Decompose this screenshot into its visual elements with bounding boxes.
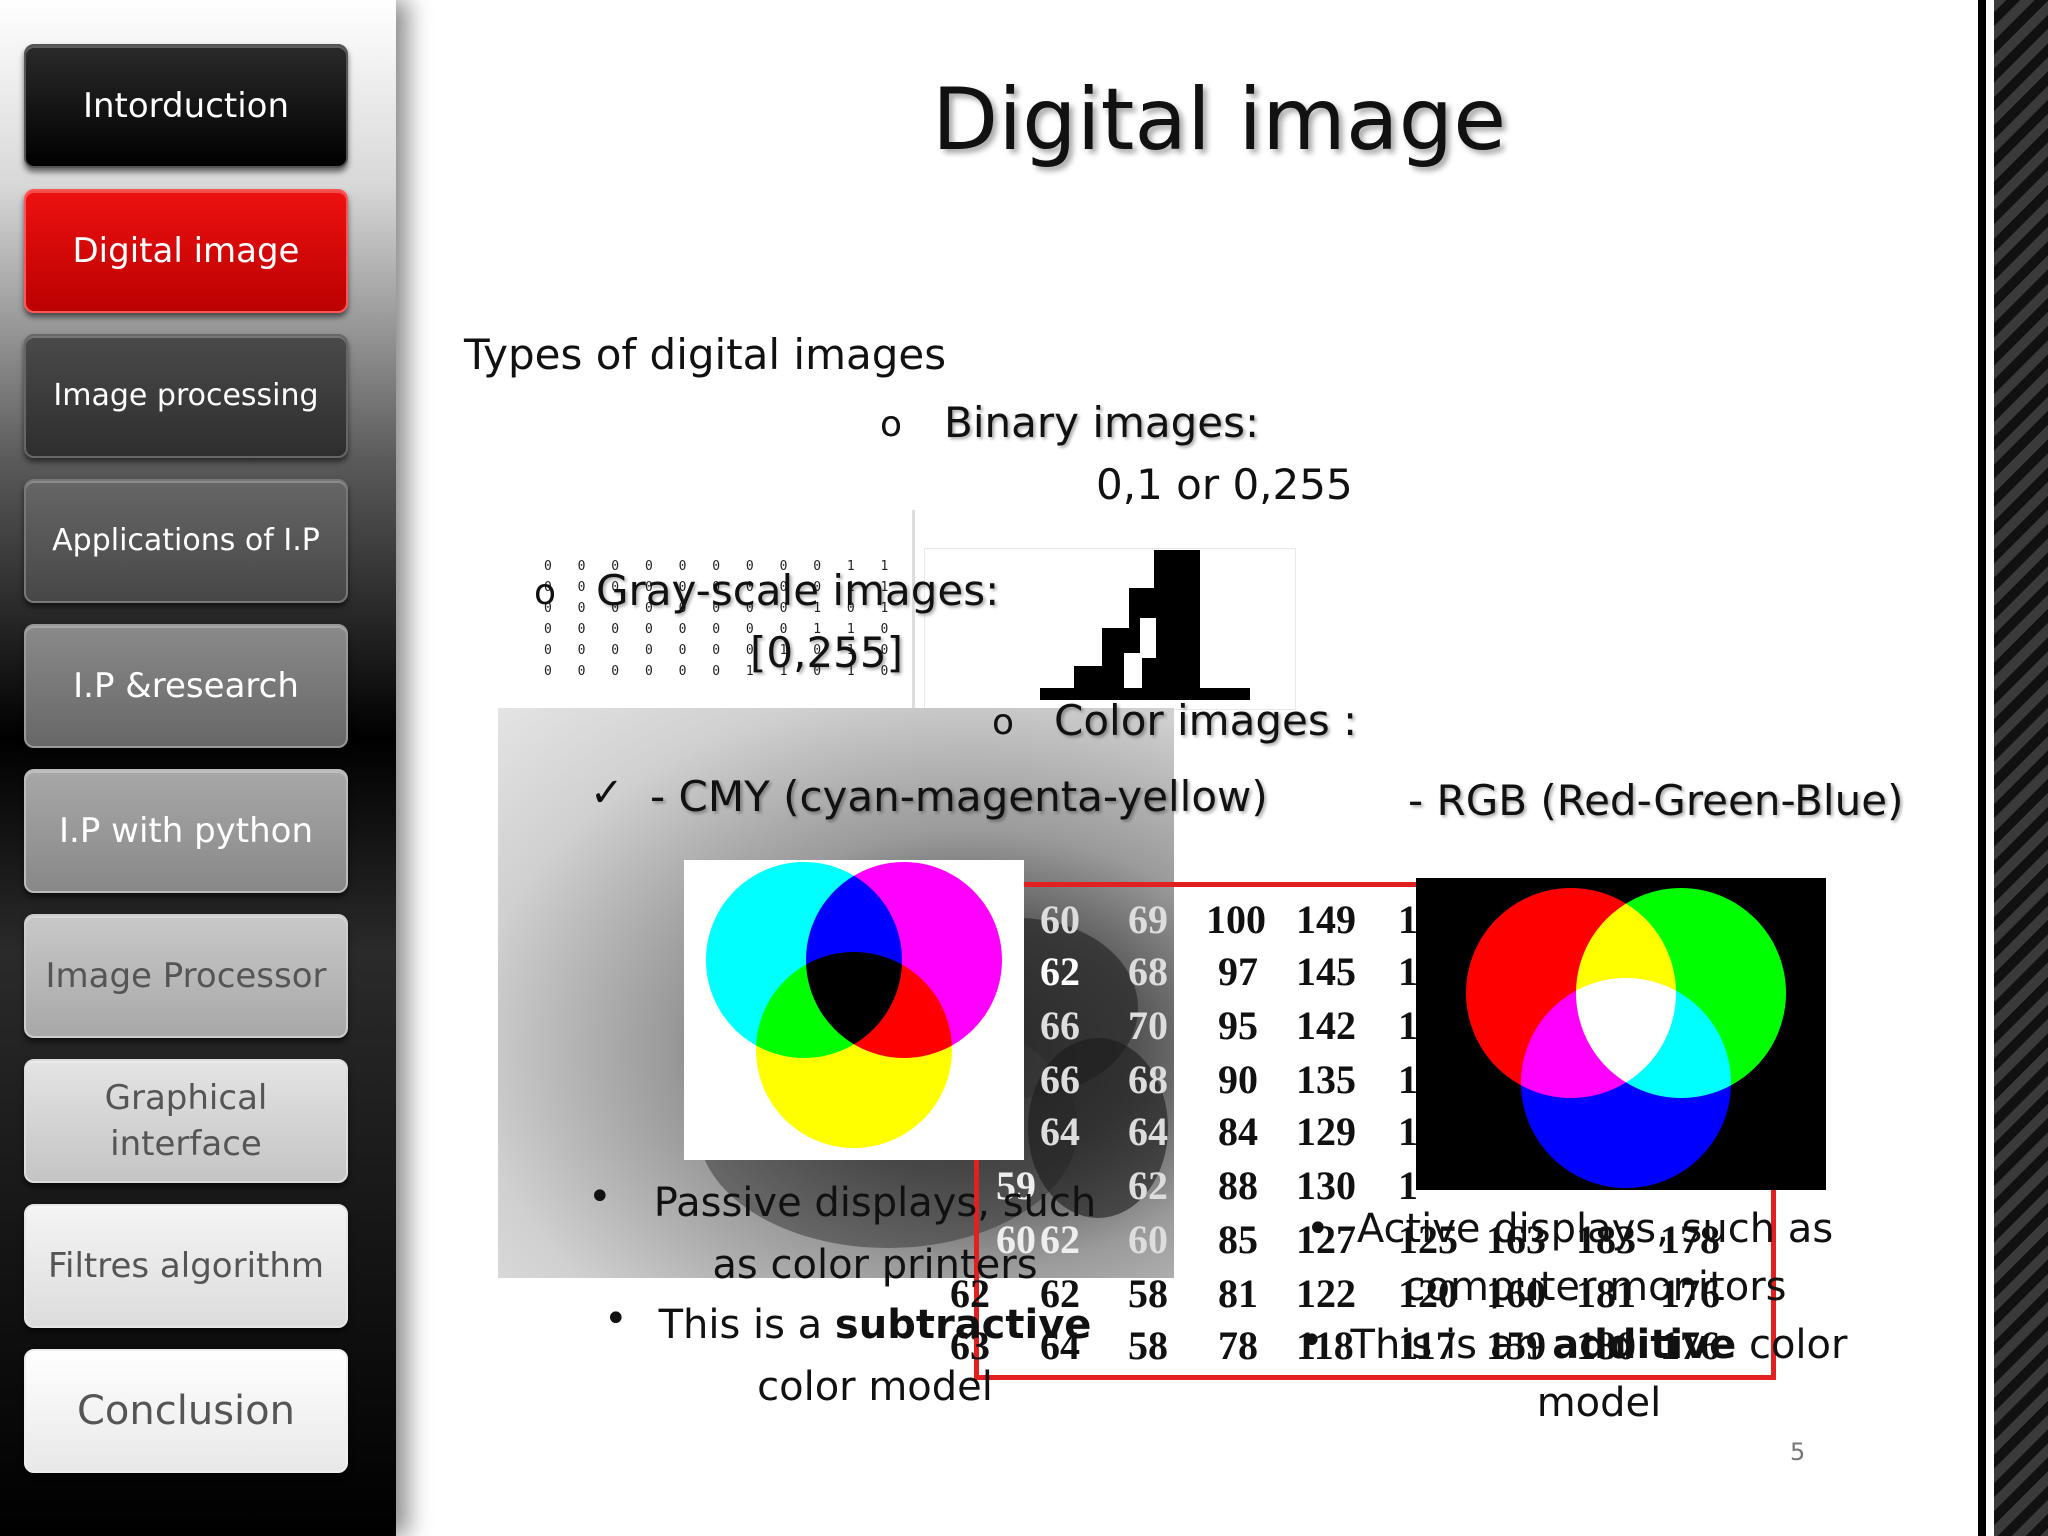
sidebar-item-applications[interactable]: Applications of I.P bbox=[24, 479, 348, 603]
sidebar-item-image-processing[interactable]: Image processing bbox=[24, 334, 348, 458]
decorative-frame bbox=[1978, 0, 2048, 1536]
pixel-value: 95 bbox=[1218, 1003, 1258, 1048]
bullet-dot: • bbox=[604, 1296, 628, 1342]
sidebar-nav: Intorduction Digital image Image process… bbox=[0, 0, 396, 1536]
pixel-value: 1 bbox=[1398, 1109, 1418, 1154]
pixel-value: 85 bbox=[1218, 1217, 1258, 1262]
pixel-value: 130 bbox=[1296, 1163, 1356, 1208]
pixel-value: 84 bbox=[1218, 1109, 1258, 1154]
pixel-value: 69 bbox=[1128, 897, 1168, 942]
sidebar-item-research[interactable]: I.P &research bbox=[24, 624, 348, 748]
sidebar-item-image-processor[interactable]: Image Processor bbox=[24, 914, 348, 1038]
binary-images-label: Binary images: bbox=[944, 398, 1260, 447]
sidebar-item-filters[interactable]: Filtres algorithm bbox=[24, 1204, 348, 1328]
pixel-value: 1 bbox=[1398, 897, 1418, 942]
sidebar-item-label: Digital image bbox=[72, 231, 300, 271]
rgb-active-displays: Active displays, such as computer monito… bbox=[1356, 1206, 1834, 1310]
pixel-value: 64 bbox=[1040, 1109, 1080, 1154]
sidebar-item-label: Intorduction bbox=[82, 86, 290, 126]
rgb-additive-note: This is an additive color model bbox=[1344, 1316, 1854, 1432]
pixel-value: 66 bbox=[1040, 1057, 1080, 1102]
sidebar-item-python[interactable]: I.P with python bbox=[24, 769, 348, 893]
pixel-value: 122 bbox=[1296, 1271, 1356, 1316]
page-number: 5 bbox=[1790, 1438, 1806, 1466]
bullet-dot: • bbox=[1300, 1318, 1324, 1364]
note-prefix: This is a bbox=[658, 1302, 835, 1348]
pixel-value: 68 bbox=[1128, 949, 1168, 994]
rgb-label: - RGB (Red-Green-Blue) bbox=[1408, 776, 1904, 825]
sidebar-item-label: I.P with python bbox=[58, 811, 314, 851]
sidebar-item-label: Filtres algorithm bbox=[47, 1246, 325, 1286]
pixel-value: 68 bbox=[1128, 1057, 1168, 1102]
pixel-value: 142 bbox=[1296, 1003, 1356, 1048]
bullet-dot: • bbox=[588, 1174, 612, 1220]
pixel-value: 135 bbox=[1296, 1057, 1356, 1102]
bullet-dot: • bbox=[1306, 1206, 1330, 1252]
note-suffix: color model bbox=[757, 1364, 993, 1410]
cmy-color-diagram bbox=[684, 860, 1024, 1160]
rgb-color-diagram bbox=[1416, 878, 1826, 1190]
pixel-value: 100 bbox=[1206, 897, 1266, 942]
bullet-marker: o bbox=[880, 404, 903, 445]
pixel-value: 1 bbox=[1398, 1057, 1418, 1102]
bullet-marker: o bbox=[534, 572, 557, 613]
sidebar-item-conclusion[interactable]: Conclusion bbox=[24, 1349, 348, 1473]
cmy-passive-displays: Passive displays, such as color printers bbox=[653, 1180, 1097, 1288]
pixel-value: 90 bbox=[1218, 1057, 1258, 1102]
pixel-value: 62 bbox=[1040, 949, 1080, 994]
pixel-value: 1 bbox=[1398, 1003, 1418, 1048]
slide-subtitle: Types of digital images bbox=[464, 330, 947, 379]
pixel-value: 60 bbox=[1128, 1217, 1168, 1262]
binary-range: 0,1 or 0,255 bbox=[1096, 460, 1353, 509]
pixel-value: 70 bbox=[1128, 1003, 1168, 1048]
grayscale-images-label: Gray-scale images: bbox=[596, 566, 1000, 615]
sidebar-item-label: Conclusion bbox=[77, 1388, 295, 1434]
sidebar-item-label: Image processing bbox=[53, 378, 319, 413]
cmy-label: - CMY (cyan-magenta-yellow) bbox=[650, 772, 1268, 821]
pixel-value: 62 bbox=[1128, 1163, 1168, 1208]
additive-term: additive bbox=[1552, 1322, 1737, 1368]
pixel-value: 129 bbox=[1296, 1109, 1356, 1154]
pixel-value: 97 bbox=[1218, 949, 1258, 994]
subtractive-term: subtractive bbox=[834, 1302, 1092, 1348]
slide-title: Digital image bbox=[932, 70, 1507, 170]
pixel-value: 58 bbox=[1128, 1271, 1168, 1316]
sidebar-item-label: Image Processor bbox=[45, 956, 327, 996]
cmy-subtractive-note: This is a subtractive color model bbox=[650, 1294, 1100, 1418]
sidebar-item-label: I.P &research bbox=[73, 666, 299, 706]
color-images-label: Color images : bbox=[1054, 696, 1358, 745]
pixel-value: 88 bbox=[1218, 1163, 1258, 1208]
pixel-value: 145 bbox=[1296, 949, 1356, 994]
pixel-value: 1 bbox=[1398, 949, 1418, 994]
check-icon: ✓ bbox=[590, 770, 624, 816]
note-prefix: This is an bbox=[1350, 1322, 1553, 1368]
pixel-value: 64 bbox=[1128, 1109, 1168, 1154]
grayscale-range: [0,255] bbox=[750, 628, 904, 677]
bullet-marker: o bbox=[992, 702, 1015, 743]
pixel-value: 78 bbox=[1218, 1323, 1258, 1368]
pixel-value: 81 bbox=[1218, 1271, 1258, 1316]
pixel-value: 66 bbox=[1040, 1003, 1080, 1048]
sidebar-item-label: Applications of I.P bbox=[52, 523, 320, 558]
pixel-value: 60 bbox=[1040, 897, 1080, 942]
pixel-value: 149 bbox=[1296, 897, 1356, 942]
pixel-value: 58 bbox=[1128, 1323, 1168, 1368]
sidebar-item-digital-image[interactable]: Digital image bbox=[24, 189, 348, 313]
sidebar-item-graphical-interface[interactable]: Graphical interface bbox=[24, 1059, 348, 1183]
sidebar-item-label: Graphical interface bbox=[104, 1078, 268, 1164]
sidebar-item-introduction[interactable]: Intorduction bbox=[24, 44, 348, 168]
